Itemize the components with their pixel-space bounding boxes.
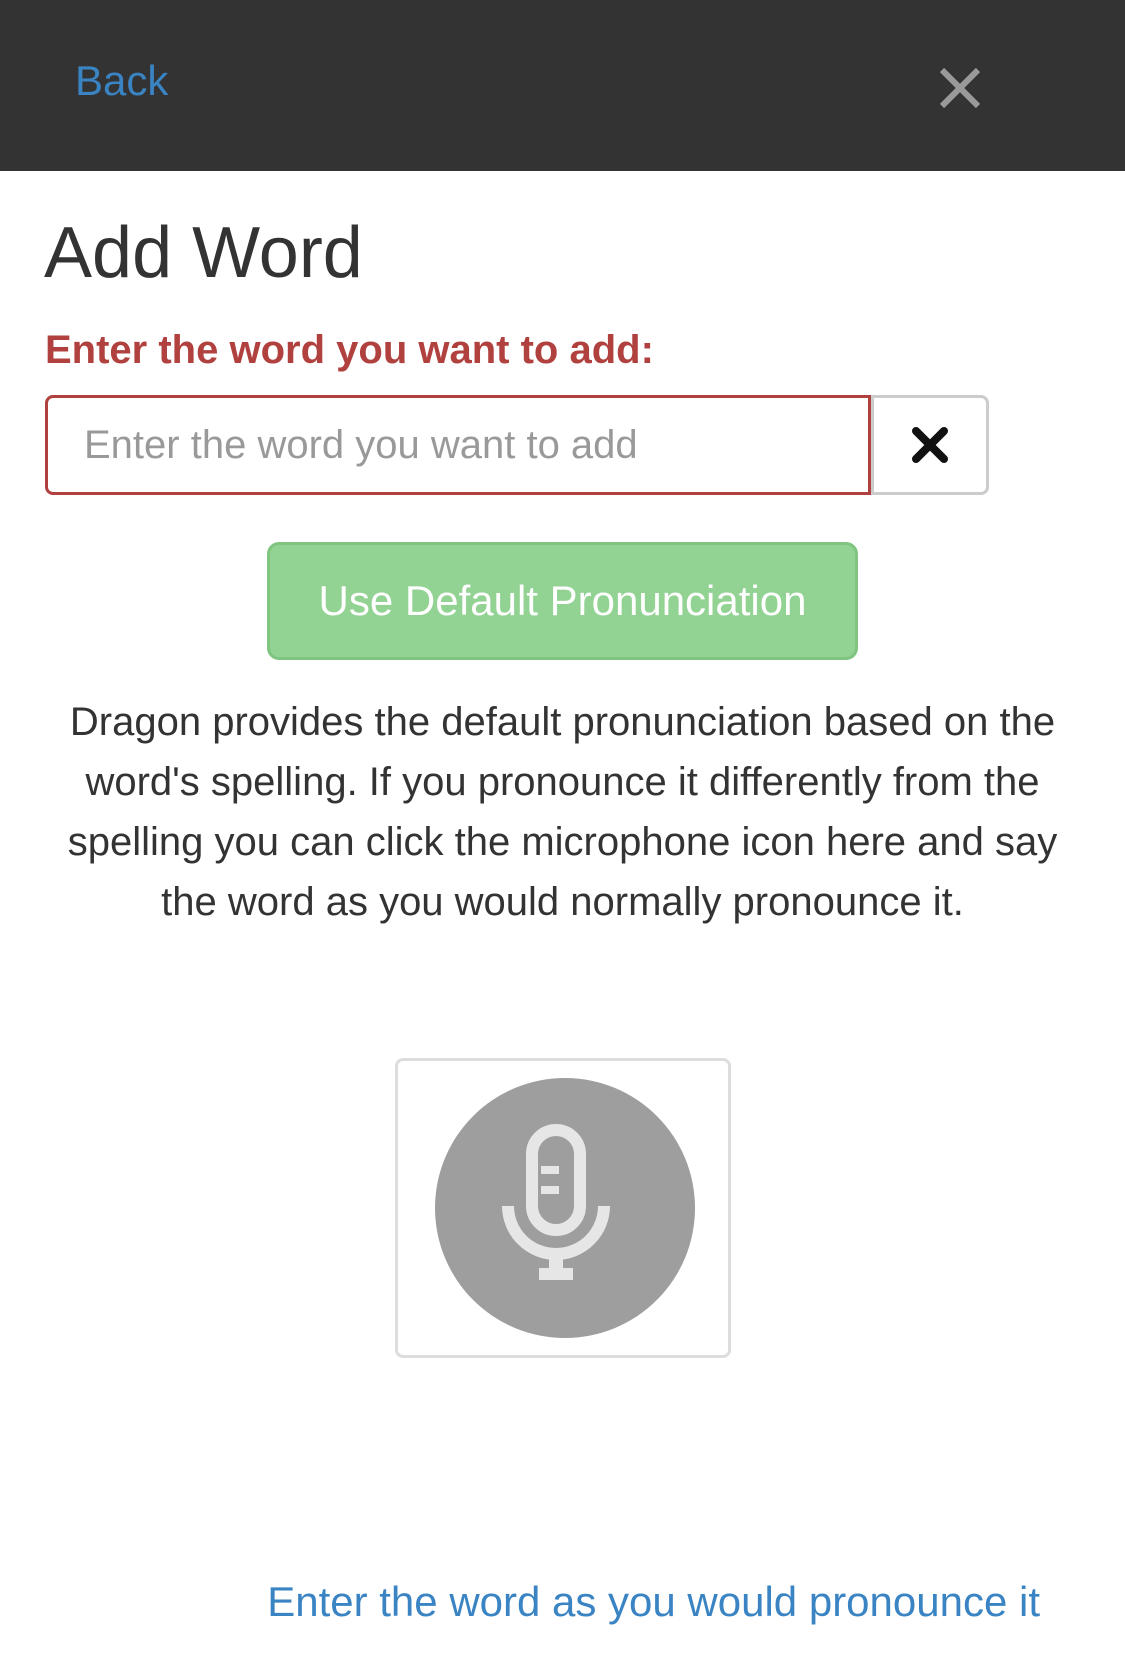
use-default-pronunciation-button[interactable]: Use Default Pronunciation bbox=[267, 542, 858, 660]
clear-x-icon bbox=[912, 427, 948, 463]
pronunciation-description: Dragon provides the default pronunciatio… bbox=[67, 700, 1058, 924]
page-title: Add Word bbox=[44, 213, 363, 293]
close-button[interactable] bbox=[930, 58, 990, 118]
clear-input-button[interactable] bbox=[871, 395, 989, 495]
microphone-frame bbox=[395, 1058, 731, 1358]
microphone-icon bbox=[502, 1124, 610, 1280]
top-bar: Back bbox=[0, 0, 1125, 171]
back-link[interactable]: Back bbox=[75, 56, 168, 106]
close-icon bbox=[939, 67, 981, 109]
microphone-button[interactable] bbox=[435, 1078, 695, 1338]
word-input[interactable] bbox=[45, 395, 871, 495]
enter-pronunciation-link[interactable]: Enter the word as you would pronounce it bbox=[267, 1577, 1040, 1627]
word-field-label: Enter the word you want to add: bbox=[45, 328, 654, 372]
